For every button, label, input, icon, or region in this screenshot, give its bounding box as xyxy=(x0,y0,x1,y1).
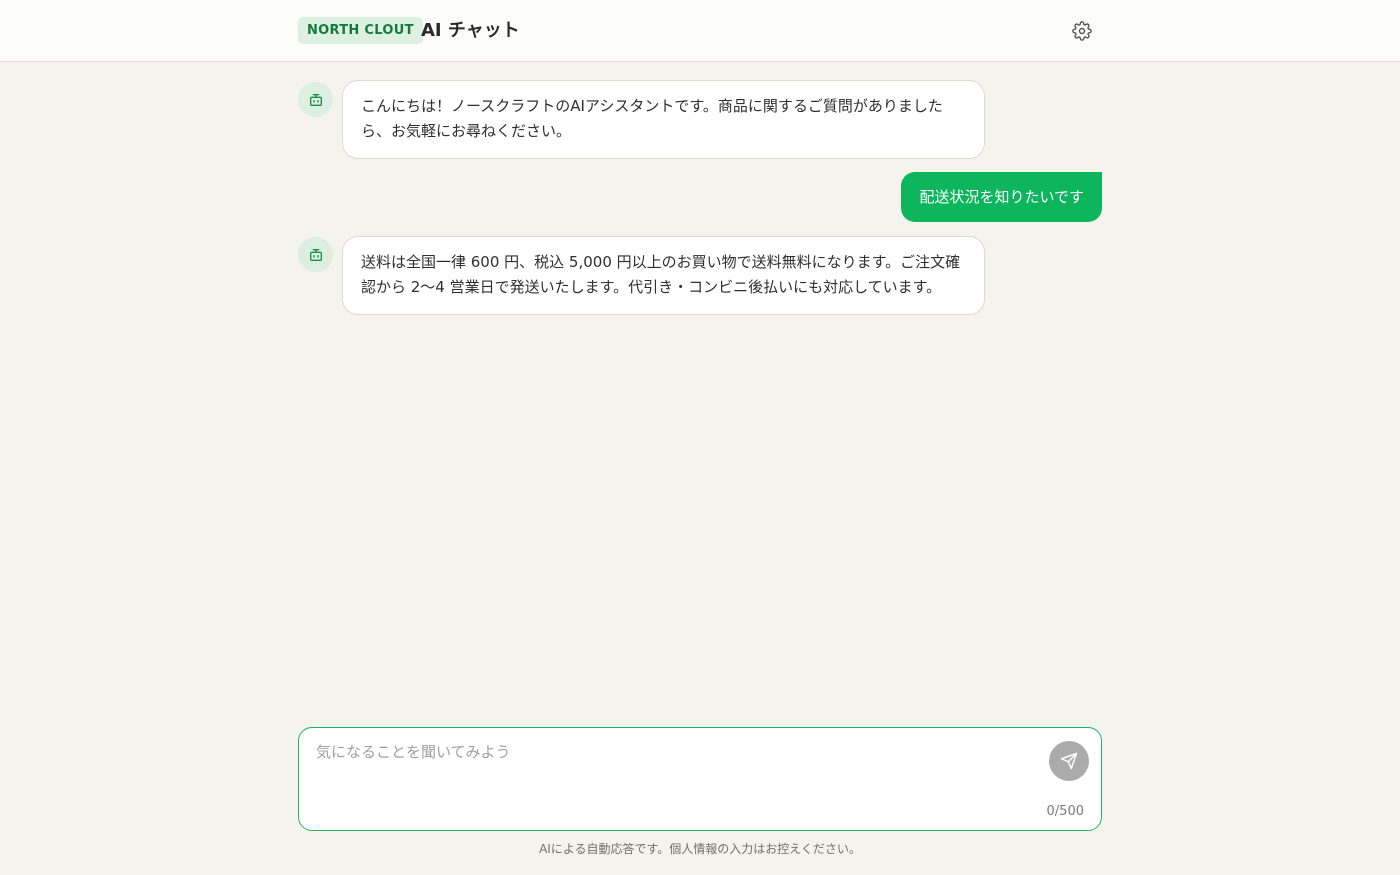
user-message: 配送状況を知りたいです xyxy=(901,172,1102,222)
assistant-avatar xyxy=(298,237,333,272)
settings-button[interactable] xyxy=(1069,18,1095,44)
char-counter: 0/500 xyxy=(1046,804,1084,819)
send-button[interactable] xyxy=(1049,741,1089,781)
gear-icon xyxy=(1072,21,1092,41)
message-input[interactable] xyxy=(316,740,1036,810)
message-composer: 0/500 xyxy=(298,727,1102,831)
robot-icon xyxy=(309,248,322,261)
app-header: NORTH CLOUT AI チャット xyxy=(0,0,1400,62)
robot-icon xyxy=(309,93,322,106)
page-title: AI チャット xyxy=(421,20,520,41)
disclaimer-text: AIによる自動応答です。個人情報の入力はお控えください。 xyxy=(539,842,861,856)
assistant-message: 送料は全国一律 600 円、税込 5,000 円以上のお買い物で送料無料になりま… xyxy=(342,236,985,315)
assistant-avatar xyxy=(298,82,333,117)
send-icon xyxy=(1060,752,1078,770)
brand-badge: NORTH CLOUT xyxy=(298,17,423,44)
assistant-message: こんにちは！ノースクラフトのAIアシスタントです。商品に関するご質問がありました… xyxy=(342,80,985,159)
